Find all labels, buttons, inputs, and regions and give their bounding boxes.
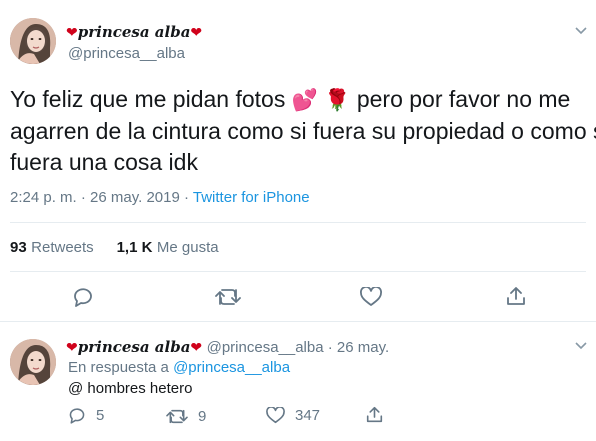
heart-icon: ❤: [190, 24, 203, 40]
heart-icon: ❤: [66, 339, 78, 355]
reply-date[interactable]: 26 may.: [337, 339, 389, 356]
chevron-down-icon[interactable]: [575, 342, 587, 350]
share-icon[interactable]: [506, 286, 526, 306]
retweets-stat[interactable]: 93 Retweets: [10, 239, 94, 256]
chevron-down-icon[interactable]: [575, 27, 587, 35]
divider: [0, 321, 596, 322]
reply-action-reply[interactable]: 5: [68, 407, 104, 424]
avatar[interactable]: [10, 18, 56, 64]
retweet-icon[interactable]: [215, 288, 241, 306]
tweet-meta: 2:24 p. m. · 26 may. 2019 · Twitter for …: [10, 189, 310, 206]
retweet-icon: [166, 409, 188, 424]
likes-stat[interactable]: 1,1 K Me gusta: [117, 239, 219, 256]
like-icon: [266, 407, 285, 424]
tweet-text: Yo feliz que me pidan fotos 💕 🌹 pero por…: [10, 86, 596, 175]
hearts-emoji: 💕: [291, 89, 318, 112]
avatar-image: [10, 339, 56, 385]
reply-header: ❤princesa alba❤ @princesa__alba · 26 may…: [66, 338, 390, 356]
reply-user-handle[interactable]: @princesa__alba: [207, 339, 324, 356]
reply-text: @ hombres hetero: [68, 380, 193, 397]
share-icon[interactable]: [366, 406, 383, 423]
like-icon[interactable]: [360, 287, 382, 307]
heart-icon: ❤: [66, 24, 78, 40]
reply-icon: [68, 407, 86, 424]
tweet-source-link[interactable]: Twitter for iPhone: [193, 189, 310, 206]
in-reply-to: En respuesta a @princesa__alba: [68, 359, 291, 376]
heart-icon: ❤: [190, 339, 203, 355]
divider: [10, 222, 586, 223]
reply-action-retweet[interactable]: 9: [166, 408, 206, 425]
divider: [10, 271, 586, 272]
reply-action-like[interactable]: 347: [266, 407, 320, 424]
reply-to-link[interactable]: @princesa__alba: [173, 359, 290, 376]
rose-emoji: 🌹: [324, 89, 351, 112]
tweet-date[interactable]: 26 may. 2019: [90, 189, 180, 206]
reply-display-name[interactable]: ❤princesa alba❤: [66, 338, 203, 356]
reply-avatar[interactable]: [10, 339, 56, 385]
user-handle[interactable]: @princesa__alba: [68, 45, 185, 62]
tweet-stats: 93 Retweets 1,1 K Me gusta: [10, 239, 219, 257]
tweet-time[interactable]: 2:24 p. m.: [10, 189, 77, 206]
reply-icon[interactable]: [72, 287, 94, 307]
display-name[interactable]: ❤princesa alba❤: [66, 23, 202, 43]
avatar-image: [10, 18, 56, 64]
